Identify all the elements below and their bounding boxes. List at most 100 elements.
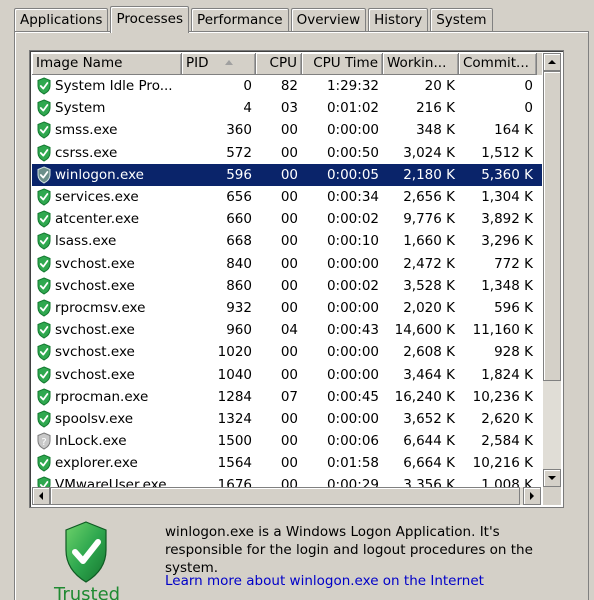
process-name: lsass.exe [55,233,117,250]
arrow-down-icon [548,476,556,480]
process-cpu: 03 [280,100,298,117]
column-pid-label: PID [186,55,209,71]
process-pid: 1324 [217,410,252,427]
tab-system[interactable]: System [430,8,493,32]
process-commit: 928 K [494,344,533,361]
process-cpu-time: 0:00:00 [326,366,379,383]
process-name: services.exe [55,189,139,206]
process-cpu: 00 [280,433,298,450]
horizontal-scroll-thumb[interactable] [50,487,520,505]
column-working-set[interactable]: Workin... [383,53,459,75]
trusted-shield-icon [36,410,52,428]
process-name: atcenter.exe [55,211,139,228]
trust-status-label: Trusted [54,584,121,600]
process-name: spoolsv.exe [55,410,134,427]
process-row[interactable]: System Idle Pro... 0 82 1:29:32 20 K 0 [32,75,542,97]
process-list[interactable]: Image Name PID CPU CPU Time Workin... Co… [29,50,564,508]
process-row[interactable]: System 4 03 0:01:02 216 K 0 [32,97,542,119]
process-cpu: 82 [280,78,298,95]
trusted-shield-icon [36,277,52,295]
tab-history[interactable]: History [368,8,429,32]
process-pid: 4 [243,100,252,117]
process-row[interactable]: svchost.exe 1020 00 0:00:00 2,608 K 928 K [32,341,542,363]
process-name-cell: services.exe [32,188,182,206]
process-commit: 3,892 K [481,211,533,228]
process-cpu: 00 [280,189,298,206]
process-working-set: 1,660 K [403,233,455,250]
unknown-shield-icon: ? [36,432,52,450]
column-commit[interactable]: Commit... [459,53,537,75]
process-cpu-time: 0:00:00 [326,122,379,139]
process-row[interactable]: svchost.exe 840 00 0:00:00 2,472 K 772 K [32,253,542,275]
process-row[interactable]: atcenter.exe 660 00 0:00:02 9,776 K 3,892 K [32,208,542,230]
process-commit: 2,620 K [481,410,533,427]
vertical-scrollbar[interactable] [543,53,561,487]
process-pid: 840 [226,255,252,272]
process-row[interactable]: svchost.exe 1040 00 0:00:00 3,464 K 1,824 K [32,363,542,385]
trusted-shield-icon [36,232,52,250]
process-pid: 960 [226,322,252,339]
trusted-shield-icon [36,188,52,206]
column-pid[interactable]: PID [182,53,256,75]
process-commit: 596 K [494,299,533,316]
tab-overview[interactable]: Overview [290,8,367,32]
scroll-left-button[interactable] [32,487,50,505]
process-row[interactable]: rprocman.exe 1284 07 0:00:45 16,240 K 10,236 … [32,386,542,408]
process-commit: 772 K [494,255,533,272]
process-cpu: 00 [280,344,298,361]
process-cpu-time: 0:00:00 [326,255,379,272]
scrollbar-corner [543,487,561,505]
process-pid: 596 [226,166,252,183]
column-cpu[interactable]: CPU [256,53,302,75]
process-name: winlogon.exe [55,166,144,183]
process-name: rprocman.exe [55,388,149,405]
arrow-right-icon [530,492,534,500]
process-row[interactable]: csrss.exe 572 00 0:00:50 3,024 K 1,512 K [32,142,542,164]
process-cpu: 07 [280,388,298,405]
process-working-set: 216 K [416,100,455,117]
process-working-set: 2,020 K [403,299,455,316]
column-cpu-time[interactable]: CPU Time [302,53,383,75]
process-row[interactable]: explorer.exe 1564 00 0:01:58 6,664 K 10,216 K [32,452,542,474]
process-name-cell: atcenter.exe [32,210,182,228]
learn-more-link[interactable]: Learn more about winlogon.exe on the Int… [165,573,484,589]
process-commit: 3,296 K [481,233,533,250]
process-row[interactable]: svchost.exe 960 04 0:00:43 14,600 K 11,160 K [32,319,542,341]
process-name: svchost.exe [55,277,135,294]
column-image-name[interactable]: Image Name [32,53,182,75]
process-name-cell: lsass.exe [32,232,182,250]
process-row[interactable]: rprocmsv.exe 932 00 0:00:00 2,020 K 596 K [32,297,542,319]
process-row[interactable]: lsass.exe 668 00 0:00:10 1,660 K 3,296 K [32,230,542,252]
process-name: svchost.exe [55,255,135,272]
process-commit: 1,304 K [481,189,533,206]
process-working-set: 2,656 K [403,189,455,206]
process-cpu-time: 0:00:02 [326,277,379,294]
process-row[interactable]: winlogon.exe 596 00 0:00:05 2,180 K 5,360 K [32,163,542,186]
process-pid: 0 [243,78,252,95]
process-cpu-time: 0:00:43 [326,322,379,339]
process-name: InLock.exe [55,433,127,450]
process-working-set: 3,528 K [403,277,455,294]
scroll-up-button[interactable] [543,53,561,71]
process-commit: 1,512 K [481,144,533,161]
scroll-right-button[interactable] [523,487,541,505]
process-row[interactable]: ? InLock.exe 1500 00 0:00:06 6,644 K 2,584 K [32,430,542,452]
process-name-cell: svchost.exe [32,365,182,384]
process-row[interactable]: services.exe 656 00 0:00:34 2,656 K 1,304 K [32,186,542,208]
process-pid: 360 [226,122,252,139]
tab-processes[interactable]: Processes [110,6,190,33]
process-row[interactable]: svchost.exe 860 00 0:00:02 3,528 K 1,348 K [32,275,542,297]
process-row[interactable]: smss.exe 360 00 0:00:00 348 K 164 K [32,119,542,141]
vertical-scroll-thumb[interactable] [543,71,561,381]
horizontal-scrollbar[interactable] [32,487,541,505]
process-name-cell: explorer.exe [32,454,182,472]
process-pid: 1040 [217,366,252,383]
scroll-down-button[interactable] [543,469,561,487]
process-working-set: 6,644 K [403,433,455,450]
tab-performance[interactable]: Performance [191,8,289,32]
tab-applications[interactable]: Applications [14,8,109,32]
process-name: svchost.exe [55,366,135,383]
process-row[interactable]: spoolsv.exe 1324 00 0:00:00 3,652 K 2,620 K [32,408,542,430]
process-cpu-time: 0:00:00 [326,344,379,361]
process-commit: 2,584 K [481,433,533,450]
